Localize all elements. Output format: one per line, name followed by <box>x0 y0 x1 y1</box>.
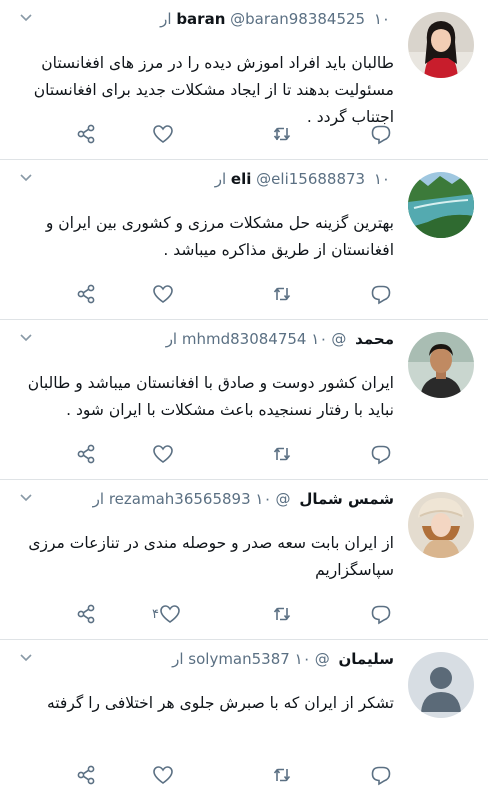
like-button[interactable] <box>150 764 174 786</box>
river-landscape-avatar <box>408 172 474 238</box>
tweet-text: بهترین گزینه حل مشکلات مرزی و کشوری بین … <box>45 214 394 259</box>
share-icon <box>77 284 95 304</box>
heart-icon <box>153 125 173 143</box>
share-icon <box>77 124 95 144</box>
like-button[interactable] <box>150 443 174 465</box>
retweet-button[interactable] <box>271 283 293 305</box>
tweet[interactable]: سلیمان @solyman5387 ۱۰ ار تشکر از ایران … <box>0 640 488 800</box>
share-icon <box>77 765 95 785</box>
like-button[interactable] <box>150 283 174 305</box>
tweet-text: طالبان باید افراد اموزش دیده را در مرز ه… <box>33 54 394 126</box>
heart-icon <box>153 445 173 463</box>
chevron-down-icon[interactable] <box>18 650 34 666</box>
author-handle[interactable]: @eli15688873 <box>256 170 365 188</box>
tweet-text: تشکر از ایران که با صبرش جلوی هر اختلافی… <box>46 694 394 712</box>
default-avatar-icon <box>408 652 474 718</box>
tweet-header: سلیمان @solyman5387 ۱۰ ار <box>48 650 394 668</box>
retweet-icon <box>273 287 291 301</box>
tweet[interactable]: محمد @mhmd83084754 ۱۰ ار ایران کشور دوست… <box>0 320 488 480</box>
tweet-header: eli @eli15688873 ۱۰ ار <box>48 170 394 188</box>
author-name[interactable]: سلیمان <box>339 650 395 668</box>
reply-icon <box>371 766 391 786</box>
woman-portrait-avatar <box>408 12 474 78</box>
retweet-icon <box>273 447 291 461</box>
retweet-button[interactable] <box>271 764 293 786</box>
avatar[interactable] <box>408 652 474 718</box>
tweet-actions <box>0 443 488 465</box>
tweet-header: محمد @mhmd83084754 ۱۰ ار <box>48 330 394 348</box>
share-button[interactable] <box>76 443 98 465</box>
retweet-button[interactable] <box>271 603 293 625</box>
man-portrait-avatar <box>408 332 474 398</box>
retweet-button[interactable] <box>271 443 293 465</box>
like-button[interactable]: ۴ <box>150 603 181 625</box>
chevron-down-icon[interactable] <box>18 10 34 26</box>
retweet-icon <box>273 768 291 782</box>
heart-icon <box>160 605 180 623</box>
share-button[interactable] <box>76 123 98 145</box>
tweet-actions <box>0 764 488 786</box>
tweet-text: از ایران بابت سعه صدر و حوصله مندی در تن… <box>28 534 394 579</box>
chevron-down-icon[interactable] <box>18 330 34 346</box>
reply-icon <box>371 445 391 465</box>
tweet[interactable]: baran @baran98384525 ۱۰ ار طالبان باید ا… <box>0 0 488 160</box>
author-name[interactable]: baran <box>176 10 225 28</box>
share-button[interactable] <box>76 283 98 305</box>
retweet-icon <box>273 607 291 621</box>
author-name[interactable]: شمس شمال <box>299 490 394 508</box>
share-button[interactable] <box>76 603 98 625</box>
share-icon <box>77 444 95 464</box>
woman-fur-hat-avatar <box>408 492 474 558</box>
avatar[interactable] <box>408 492 474 558</box>
author-handle[interactable]: @baran98384525 <box>230 10 365 28</box>
tweet-header: baran @baran98384525 ۱۰ ار <box>48 10 394 28</box>
avatar[interactable] <box>408 172 474 238</box>
reply-button[interactable] <box>370 283 392 305</box>
tweet-text: ایران کشور دوست و صادق با افغانستان میبا… <box>27 374 394 419</box>
tweet-actions <box>0 123 488 145</box>
author-name[interactable]: eli <box>231 170 251 188</box>
like-count: ۴ <box>152 606 159 622</box>
tweet-feed: baran @baran98384525 ۱۰ ار طالبان باید ا… <box>0 0 488 800</box>
heart-icon <box>153 285 173 303</box>
tweet[interactable]: شمس شمال @rezamah36565893 ۱۰ ار از ایران… <box>0 480 488 640</box>
reply-button[interactable] <box>370 443 392 465</box>
reply-icon <box>371 125 391 145</box>
like-button[interactable] <box>150 123 174 145</box>
retweet-icon <box>273 127 291 141</box>
reply-button[interactable] <box>370 603 392 625</box>
share-button[interactable] <box>76 764 98 786</box>
reply-button[interactable] <box>370 123 392 145</box>
retweet-button[interactable] <box>271 123 293 145</box>
tweet[interactable]: eli @eli15688873 ۱۰ ار بهترین گزینه حل م… <box>0 160 488 320</box>
reply-icon <box>371 605 391 625</box>
tweet-actions <box>0 283 488 305</box>
chevron-down-icon[interactable] <box>18 490 34 506</box>
avatar[interactable] <box>408 12 474 78</box>
avatar[interactable] <box>408 332 474 398</box>
tweet-header: شمس شمال @rezamah36565893 ۱۰ ار <box>48 490 394 508</box>
reply-button[interactable] <box>370 764 392 786</box>
reply-icon <box>371 285 391 305</box>
share-icon <box>77 604 95 624</box>
author-name[interactable]: محمد <box>355 330 394 348</box>
chevron-down-icon[interactable] <box>18 170 34 186</box>
heart-icon <box>153 766 173 784</box>
tweet-actions: ۴ <box>0 603 488 625</box>
